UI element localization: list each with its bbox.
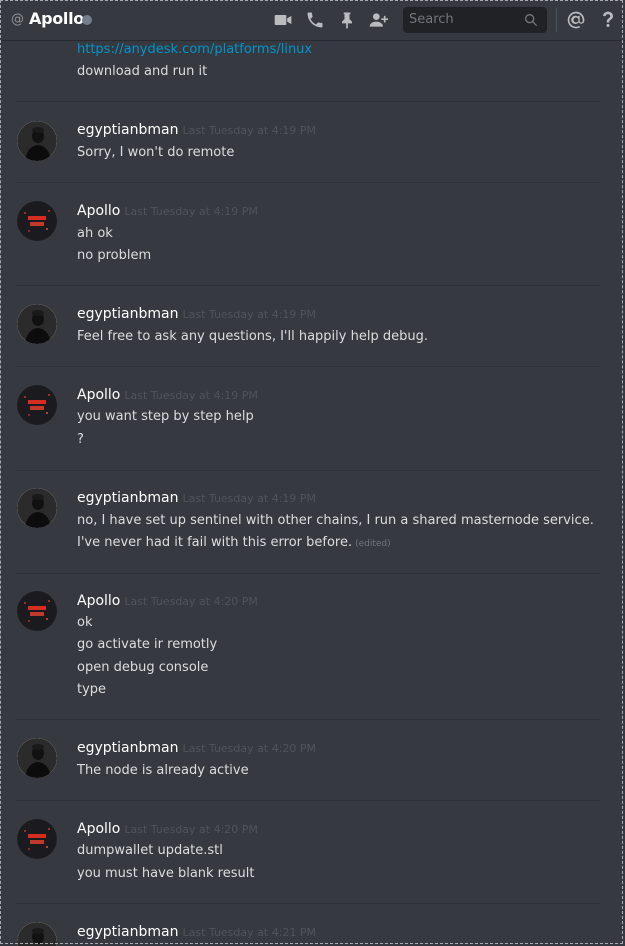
message-group: egyptianbman Last Tuesday at 4:19 PM Feel…: [0, 286, 600, 367]
avatar-egyptianbman[interactable]: [17, 738, 57, 778]
message-header: Apollo Last Tuesday at 4:19 PM: [77, 386, 258, 405]
message-text: I've never had it fail with this error b…: [77, 534, 391, 553]
message-group: egyptianbman Last Tuesday at 4:21 PM: [0, 904, 600, 946]
message-timestamp: Last Tuesday at 4:19 PM: [182, 308, 317, 321]
voice-call-icon[interactable]: [305, 10, 325, 30]
message-text: no, I have set up sentinel with other ch…: [77, 513, 594, 528]
message-list: https://anydesk.com/platforms/linux down…: [0, 0, 625, 946]
message-text: type: [77, 682, 107, 697]
message-text: ok: [77, 615, 93, 630]
message-group: egyptianbman Last Tuesday at 4:19 PM Sorr…: [0, 102, 600, 183]
message-header: egyptianbman Last Tuesday at 4:20 PM: [77, 739, 316, 758]
message-text: you want step by step help: [77, 409, 254, 424]
author-name[interactable]: Apollo: [77, 203, 120, 219]
avatar-apollo[interactable]: [17, 201, 57, 241]
offline-status-icon: [82, 15, 92, 25]
message-link[interactable]: https://anydesk.com/platforms/linux: [77, 41, 312, 59]
message-text: ?: [77, 432, 84, 447]
message-header: egyptianbman Last Tuesday at 4:19 PM: [77, 121, 316, 140]
message-text: dumpwallet update.stl: [77, 843, 223, 858]
author-name[interactable]: egyptianbman: [77, 490, 178, 506]
avatar-egyptianbman[interactable]: [17, 488, 57, 528]
message-timestamp: Last Tuesday at 4:19 PM: [124, 205, 258, 218]
author-name[interactable]: Apollo: [77, 593, 120, 609]
message-text: you must have blank result: [77, 866, 255, 881]
mention-icon[interactable]: [566, 10, 586, 30]
message-timestamp: Last Tuesday at 4:20 PM: [124, 823, 258, 836]
message-header: Apollo Last Tuesday at 4:20 PM: [77, 820, 258, 839]
message-header: Apollo Last Tuesday at 4:20 PM: [77, 592, 258, 611]
help-icon[interactable]: [598, 10, 618, 30]
message-text: download and run it: [77, 64, 208, 79]
message-text: go activate ir remotly: [77, 637, 218, 652]
message-group: Apollo Last Tuesday at 4:20 PM dumpwallet…: [0, 801, 600, 904]
message-timestamp: Last Tuesday at 4:19 PM: [182, 492, 317, 505]
message-header: egyptianbman Last Tuesday at 4:19 PM: [77, 305, 316, 324]
author-name[interactable]: egyptianbman: [77, 924, 178, 940]
header-divider: [556, 8, 557, 32]
search-icon: [523, 12, 539, 28]
avatar-apollo[interactable]: [17, 819, 57, 859]
message-group: Apollo Last Tuesday at 4:20 PM ok go acti…: [0, 574, 600, 720]
author-name[interactable]: egyptianbman: [77, 122, 178, 138]
message-timestamp: Last Tuesday at 4:20 PM: [124, 595, 258, 608]
add-friend-icon[interactable]: [368, 10, 388, 30]
message-timestamp: Last Tuesday at 4:20 PM: [182, 742, 317, 755]
avatar-egyptianbman[interactable]: [17, 304, 57, 344]
channel-header: @ Apollo Search: [0, 0, 625, 40]
message-group: Apollo Last Tuesday at 4:19 PM you want s…: [0, 367, 600, 471]
message-timestamp: Last Tuesday at 4:21 PM: [182, 926, 317, 939]
avatar-apollo[interactable]: [17, 385, 57, 425]
message-header: egyptianbman Last Tuesday at 4:21 PM: [77, 923, 316, 942]
pin-icon[interactable]: [337, 10, 357, 30]
edited-label: (edited): [355, 539, 391, 549]
author-name[interactable]: Apollo: [77, 387, 120, 403]
message-group: Apollo Last Tuesday at 4:19 PM ah ok no p…: [0, 183, 600, 286]
message-text: ah ok: [77, 226, 113, 241]
dm-recipient-name[interactable]: Apollo: [29, 9, 84, 28]
message-timestamp: Last Tuesday at 4:19 PM: [182, 124, 317, 137]
message-header: Apollo Last Tuesday at 4:19 PM: [77, 202, 258, 221]
message-group: egyptianbman Last Tuesday at 4:19 PM no, …: [0, 471, 600, 574]
message-text: Feel free to ask any questions, I'll hap…: [77, 329, 428, 344]
message-text: Sorry, I won't do remote: [77, 145, 235, 160]
message-text: no problem: [77, 248, 152, 263]
dm-at-icon: @: [11, 12, 24, 27]
message-text-content: I've never had it fail with this error b…: [77, 535, 353, 550]
message-timestamp: Last Tuesday at 4:19 PM: [124, 389, 258, 402]
author-name[interactable]: egyptianbman: [77, 740, 178, 756]
message-text: The node is already active: [77, 763, 249, 778]
video-call-icon[interactable]: [273, 10, 293, 30]
avatar-egyptianbman[interactable]: [17, 121, 57, 161]
message-header: egyptianbman Last Tuesday at 4:19 PM: [77, 489, 316, 508]
message-text: open debug console: [77, 660, 209, 675]
author-name[interactable]: Apollo: [77, 821, 120, 837]
avatar-egyptianbman[interactable]: [17, 922, 57, 946]
message-group: egyptianbman Last Tuesday at 4:20 PM The …: [0, 720, 600, 801]
avatar-apollo[interactable]: [17, 591, 57, 631]
author-name[interactable]: egyptianbman: [77, 306, 178, 322]
